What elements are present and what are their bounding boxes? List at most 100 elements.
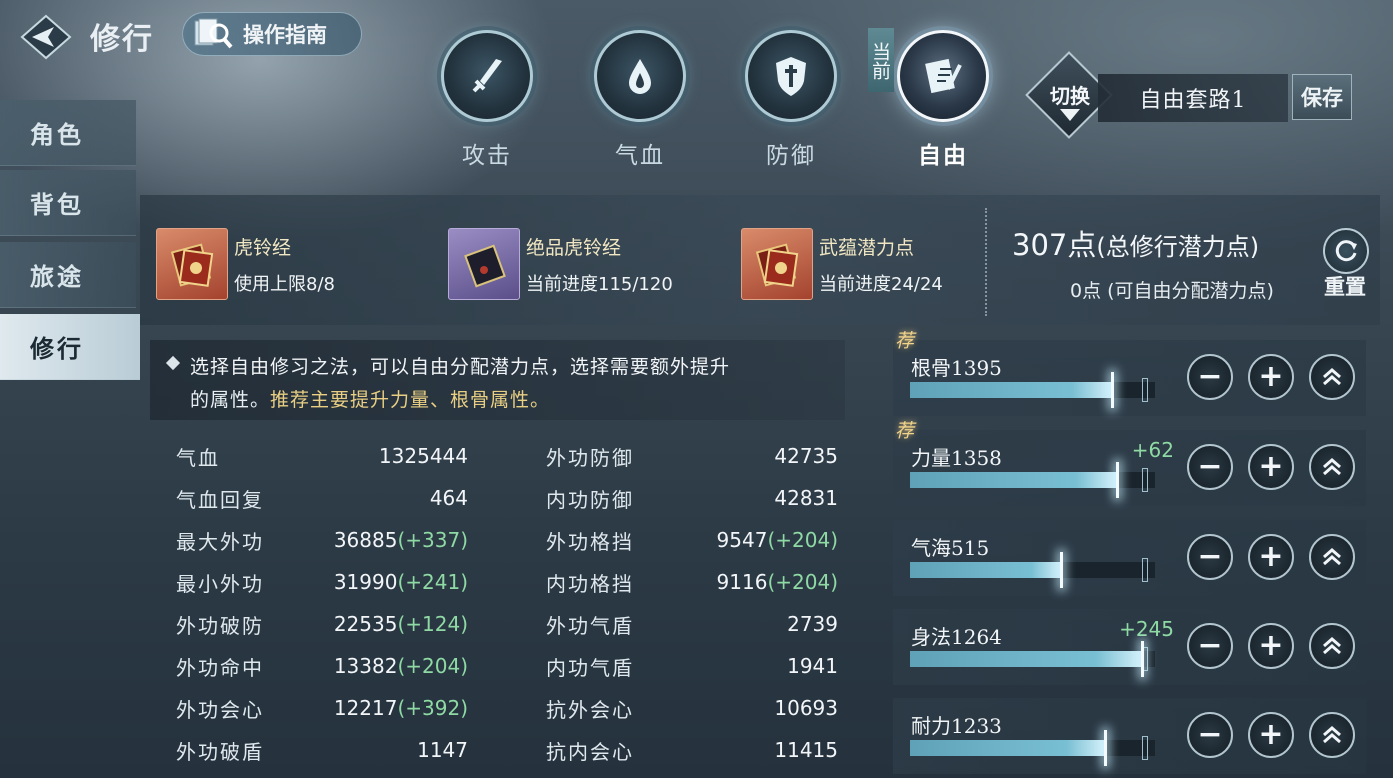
tab-defense[interactable]: 防御 [736,30,846,180]
reset-label: 重置 [1324,275,1366,299]
stat-bonus: (+337) [397,528,468,552]
shield-icon [745,30,837,122]
stat-row: 气血 1325444 [176,435,476,477]
stat-label: 内功格挡 [546,571,634,596]
stat-bonus: (+124) [397,612,468,636]
minus-button[interactable]: − [1187,623,1233,669]
guide-button[interactable]: 操作指南 [182,12,362,56]
minus-button[interactable]: − [1187,444,1233,490]
stat-label: 外功格挡 [546,529,634,554]
plus-icon: + [1258,539,1284,574]
switch-label: 切换 [1050,84,1090,108]
sidebar-item-character[interactable]: 角色 [0,100,136,166]
attribute-bar[interactable] [910,552,1155,588]
minus-icon: − [1197,359,1223,394]
resource-item[interactable]: 绝品虎铃经 当前进度115/120 [448,227,673,301]
tab-attack[interactable]: 攻击 [432,30,542,180]
tab-vitality[interactable]: 气血 [585,30,695,180]
stat-label: 内功防御 [546,487,634,512]
stat-label: 外功破盾 [176,739,264,764]
stat-label: 抗内会心 [546,739,634,764]
attribute-bar-marker [1142,378,1148,402]
guide-label: 操作指南 [243,23,327,47]
max-button[interactable] [1309,623,1355,669]
attribute-bar[interactable] [910,641,1155,677]
stat-label: 内功气盾 [546,655,634,680]
total-points-label: (总修行潜力点) [1096,233,1260,261]
stat-value: 1325444 [378,444,468,468]
attribute-bar-marker [1142,558,1148,582]
minus-button[interactable]: − [1187,712,1233,758]
stat-value: 1941 [787,654,838,678]
stats-left: 气血 1325444 气血回复 464 最大外功 36885(+337) 最小外功 31990… [176,435,476,771]
max-button[interactable] [1309,444,1355,490]
resource-item[interactable]: 虎铃经 使用上限8/8 [156,227,335,301]
attribute-bar-fill [910,472,1118,488]
sword-icon [441,30,533,122]
reset-button[interactable] [1323,228,1369,274]
minus-button[interactable]: − [1187,354,1233,400]
blood-drop-icon [594,30,686,122]
minus-button[interactable]: − [1187,534,1233,580]
resource-progress: 当前进度115/120 [526,273,673,295]
sidebar-item-journey[interactable]: 旅途 [0,242,136,308]
stat-row: 外功气盾 2739 [546,603,846,645]
stat-label: 最大外功 [176,529,264,554]
minus-icon: − [1197,628,1223,663]
sidebar-item-bag[interactable]: 背包 [0,170,136,236]
stat-label: 外功会心 [176,697,264,722]
chevron-down-icon [1060,108,1080,122]
stat-value: 11415 [774,738,838,762]
attribute-bar[interactable] [910,730,1155,766]
attribute-bar[interactable] [910,462,1155,498]
stat-row: 最小外功 31990(+241) [176,561,476,603]
plus-button[interactable]: + [1248,712,1294,758]
stat-value: 31990(+241) [333,570,468,594]
attribute-bar-fill [910,651,1143,667]
stat-label: 外功气盾 [546,613,634,638]
max-button[interactable] [1309,712,1355,758]
refresh-icon [1335,240,1357,262]
stats-right: 外功防御 42735 内功防御 42831 外功格挡 9547(+204) 内功格挡 9116… [546,435,846,771]
max-button[interactable] [1309,534,1355,580]
stat-bonus: (+204) [767,528,838,552]
attribute-name: 耐力1233 [911,714,1002,738]
resource-name: 绝品虎铃经 [526,236,622,259]
plus-button[interactable]: + [1248,623,1294,669]
sidebar-item-cultivation[interactable]: 修行 [0,314,140,380]
attribute-bar-cap [1111,372,1114,408]
stat-value: 2739 [787,612,838,636]
attribute-bar[interactable] [910,372,1155,408]
minus-icon: − [1197,717,1223,752]
save-button[interactable]: 保存 [1292,74,1352,120]
max-button[interactable] [1309,354,1355,400]
minus-icon: − [1197,539,1223,574]
plus-button[interactable]: + [1248,534,1294,580]
double-chevron-up-icon [1320,545,1344,569]
page-title: 修行 [90,22,154,57]
attribute-bar-fill [910,382,1113,398]
magnifier-book-icon [183,12,243,56]
attribute-row: 身法1264 +245− + [893,609,1366,685]
resource-progress: 使用上限8/8 [234,273,335,295]
plus-button[interactable]: + [1248,444,1294,490]
stat-bonus: (+241) [397,570,468,594]
stat-row: 抗内会心 11415 [546,729,846,771]
stat-value: 22535(+124) [333,612,468,636]
back-button[interactable] [20,14,72,60]
stat-label: 外功命中 [176,655,264,680]
stat-label: 气血 [176,445,220,470]
plus-icon: + [1258,628,1284,663]
tab-free[interactable]: 自由 [888,30,998,180]
stat-value: 9547(+204) [716,528,838,552]
resource-item[interactable]: 武蕴潜力点 当前进度24/24 [741,227,943,301]
attribute-bar-cap [1104,730,1107,766]
tip-highlight: 推荐主要提升力量、根骨属性。 [270,389,551,411]
plus-icon: + [1258,717,1284,752]
stat-row: 气血回复 464 [176,477,476,519]
free-points: 0点 (可自由分配潜力点) [1070,280,1274,302]
attribute-bonus: +62 [1131,438,1174,462]
attribute-bar-marker [1142,468,1148,492]
tab-vitality-label: 气血 [615,143,665,169]
plus-button[interactable]: + [1248,354,1294,400]
